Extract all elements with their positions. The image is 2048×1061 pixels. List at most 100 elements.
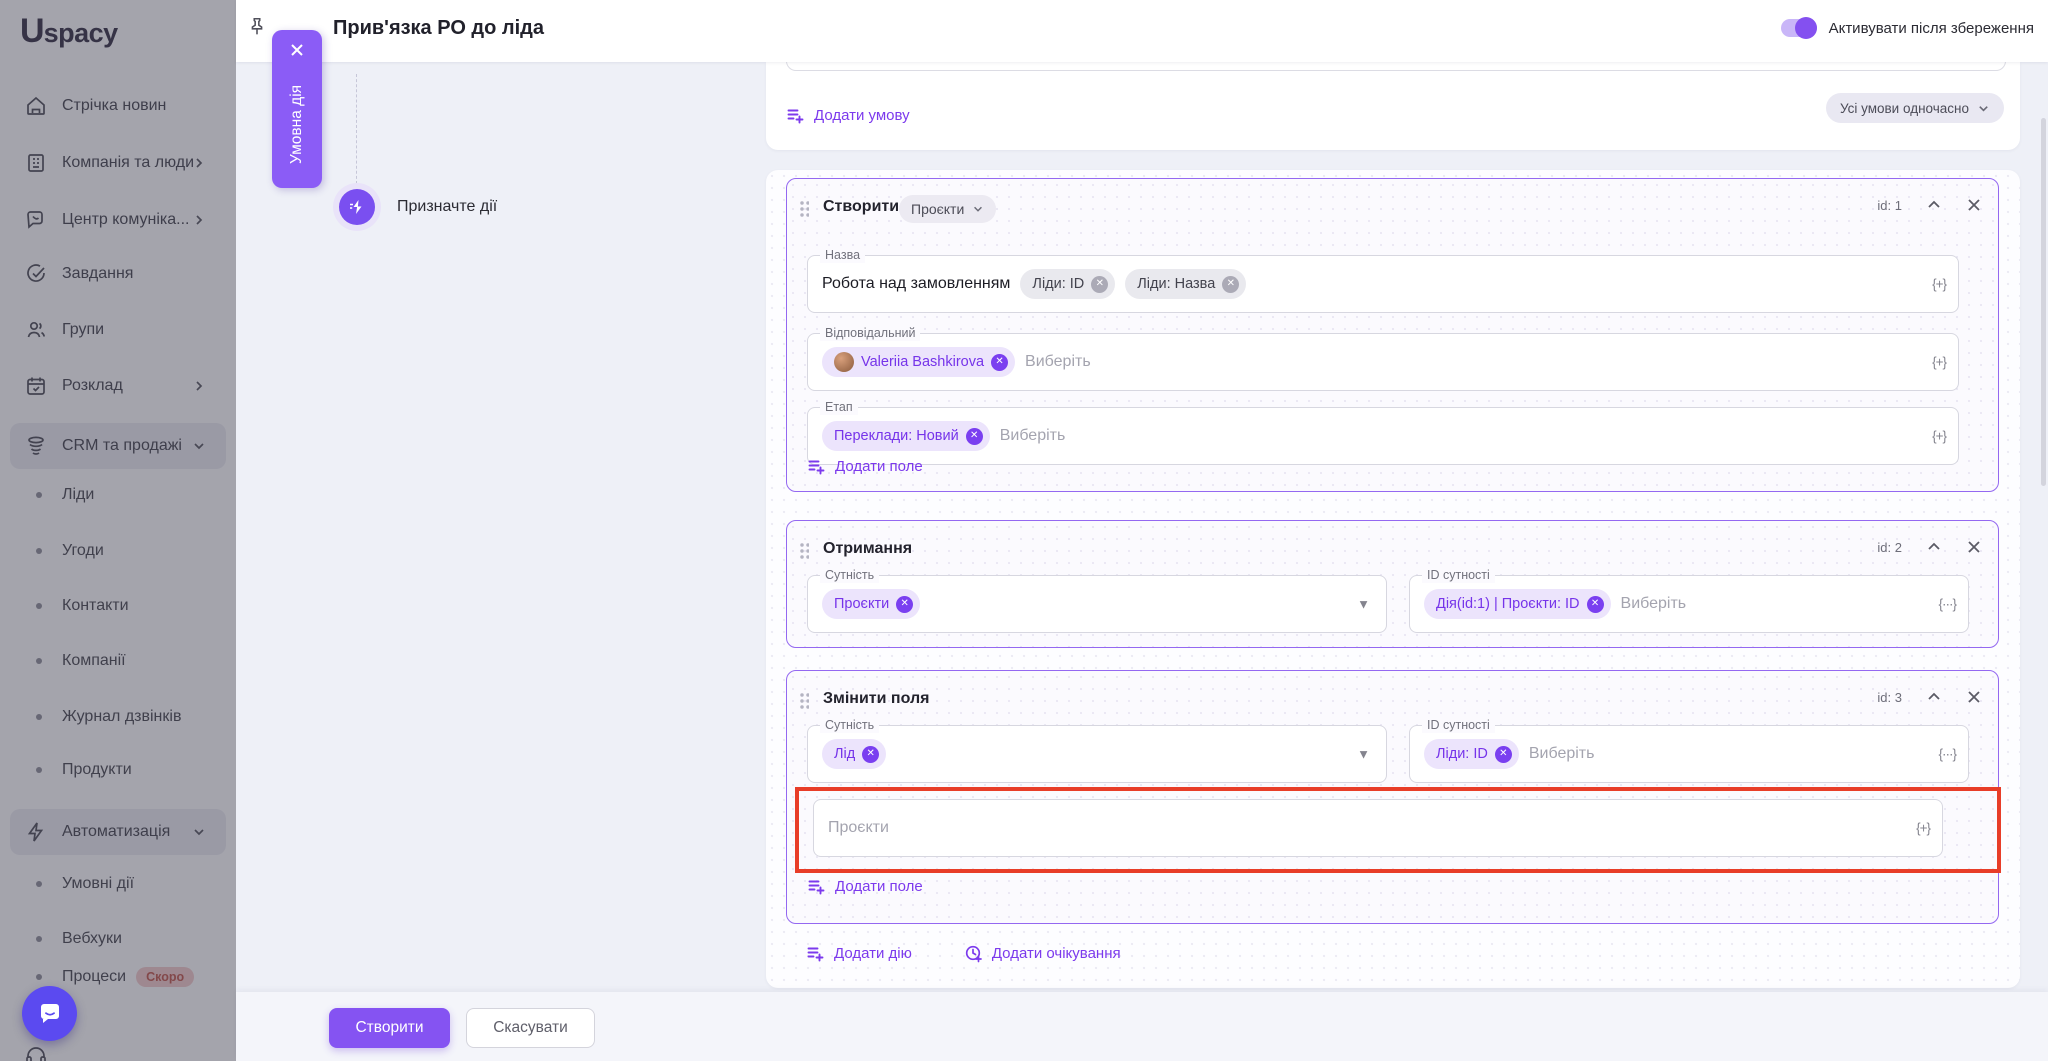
remove-chip-icon[interactable]: ✕ (991, 353, 1009, 371)
entity-chip[interactable]: Лід ✕ (822, 739, 887, 769)
sidebar-item-label: Умовні дії (62, 875, 135, 892)
field-entity-id[interactable]: ID сутності Дія(id:1) | Проєкти: ID ✕ Виб… (1409, 567, 1969, 633)
sidebar-item-groups[interactable]: Групи (0, 312, 236, 348)
collapse-icon[interactable] (1926, 539, 1942, 555)
sidebar-item-webhooks[interactable]: Вебхуки (0, 923, 236, 955)
field-stage[interactable]: Етап Переклади: Новий ✕ Виберіть {+} (807, 399, 1959, 465)
action-id-label: id: 3 (1877, 689, 1902, 705)
sidebar-item-label: Центр комуніка... (62, 211, 190, 228)
sidebar-item-newsfeed[interactable]: Стрічка новин (0, 88, 236, 124)
action-card-title: Створити (823, 198, 900, 215)
remove-chip-icon[interactable]: ✕ (965, 427, 983, 445)
close-icon[interactable] (1966, 197, 1982, 213)
sidebar-item-products[interactable]: Продукти (0, 754, 236, 786)
activate-after-save-label: Активувати після збереження (1828, 19, 2034, 37)
create-button[interactable]: Створити (329, 1008, 450, 1048)
remove-chip-icon[interactable]: ✕ (1586, 595, 1604, 613)
remove-chip-icon[interactable]: ✕ (862, 745, 880, 763)
playlist-add-icon (806, 944, 825, 963)
field-placeholder: Виберіть (1620, 595, 1687, 612)
drag-handle-icon[interactable] (799, 200, 809, 218)
pin-sidebar-icon[interactable] (246, 16, 268, 40)
drag-handle-icon[interactable] (799, 692, 809, 710)
sidebar-item-label: Процеси Скоро (62, 967, 195, 987)
token-chip[interactable]: Ліди: ID ✕ (1020, 269, 1116, 299)
entity-value: Проєкти (911, 201, 965, 217)
sidebar-item-schedule[interactable]: Розклад (0, 368, 236, 404)
collapse-icon[interactable] (1926, 689, 1942, 705)
stage-chip[interactable]: Переклади: Новий ✕ (822, 421, 990, 451)
activate-after-save-toggle[interactable] (1780, 17, 1817, 39)
sidebar-item-contacts[interactable]: Контакти (0, 590, 236, 622)
add-field-button[interactable]: Додати поле (807, 457, 923, 476)
cancel-button[interactable]: Скасувати (466, 1008, 595, 1048)
remove-chip-icon[interactable]: ✕ (1494, 745, 1512, 763)
field-entity[interactable]: Сутність Лід ✕ ▼ (807, 717, 1387, 783)
sidebar-item-companies[interactable]: Компанії (0, 645, 236, 677)
add-wait-button[interactable]: Додати очікування (964, 944, 1121, 963)
dropdown-caret-icon[interactable]: ▼ (1357, 747, 1370, 762)
add-field-label: Додати поле (835, 458, 923, 475)
insert-variable-button[interactable]: {···} (1938, 747, 1956, 762)
highlight-annotation-box (795, 787, 2001, 873)
sidebar-item-label: Автоматизація (62, 823, 171, 840)
sidebar-item-partial[interactable] (0, 1038, 236, 1061)
chevron-right-icon (192, 156, 206, 170)
field-label: Сутність (820, 567, 880, 583)
sidebar-item-label: Ліди (62, 486, 95, 503)
reference-chip[interactable]: Дія(id:1) | Проєкти: ID ✕ (1424, 589, 1611, 619)
bullet-icon (36, 767, 42, 773)
field-label: ID сутності (1422, 717, 1495, 733)
add-condition-button[interactable]: Додати умову (786, 106, 910, 125)
sidebar-item-crm[interactable]: CRM та продажі (0, 428, 236, 464)
sidebar-item-automation[interactable]: Автоматизація (0, 814, 236, 850)
remove-chip-icon[interactable]: ✕ (896, 595, 914, 613)
sidebar-item-processes[interactable]: Процеси Скоро (0, 961, 236, 993)
drag-handle-icon[interactable] (799, 542, 809, 560)
conditions-mode-select[interactable]: Усі умови одночасно (1825, 93, 2004, 123)
close-icon[interactable] (1966, 539, 1982, 555)
field-placeholder: Виберіть (999, 427, 1066, 444)
app-screen: Uspacy Стрічка новин Компанія та люди Це… (0, 0, 2048, 1061)
token-chip[interactable]: Ліди: Назва ✕ (1125, 269, 1247, 299)
insert-variable-button[interactable]: {+} (1932, 355, 1947, 370)
field-entity-id[interactable]: ID сутності Ліди: ID ✕ Виберіть {···} (1409, 717, 1969, 783)
entity-select[interactable]: Проєкти (899, 195, 997, 223)
add-field-label: Додати поле (835, 878, 923, 895)
scrollbar-thumb[interactable] (2041, 118, 2046, 486)
sidebar-item-company[interactable]: Компанія та люди (0, 145, 236, 181)
chip-label: Проєкти (834, 596, 890, 612)
uspacy-logo[interactable]: Uspacy (20, 12, 118, 51)
sidebar-item-label: Контакти (62, 597, 129, 614)
insert-variable-button[interactable]: {···} (1938, 597, 1956, 612)
insert-variable-button[interactable]: {+} (1932, 429, 1947, 444)
add-field-button[interactable]: Додати поле (807, 877, 923, 896)
field-entity[interactable]: Сутність Проєкти ✕ ▼ (807, 567, 1387, 633)
sidebar-item-deals[interactable]: Угоди (0, 535, 236, 567)
sidebar-item-leads[interactable]: Ліди (0, 479, 236, 511)
field-name[interactable]: Назва Робота над замовленням Ліди: ID ✕ Л… (807, 247, 1959, 313)
sidebar-item-comm-center[interactable]: Центр комуніка... (0, 202, 236, 238)
field-responsible[interactable]: Відповідальний Valeriia Bashkirova ✕ Вибе… (807, 325, 1959, 391)
dropdown-caret-icon[interactable]: ▼ (1357, 597, 1370, 612)
remove-chip-icon[interactable]: ✕ (1222, 275, 1240, 293)
close-icon[interactable] (289, 42, 305, 58)
close-icon[interactable] (1966, 689, 1982, 705)
add-action-button[interactable]: Додати дію (806, 944, 912, 963)
sidebar-item-label: Стрічка новин (62, 97, 167, 114)
insert-variable-button[interactable]: {+} (1932, 277, 1947, 292)
user-chip[interactable]: Valeriia Bashkirova ✕ (822, 347, 1016, 377)
conditional-action-drawer-tab[interactable]: Умовна дія (272, 30, 322, 188)
entity-chip[interactable]: Проєкти ✕ (822, 589, 921, 619)
collapse-icon[interactable] (1926, 197, 1942, 213)
action-card-get: Отримання id: 2 Сутність Проєкти ✕ ▼ ID с… (786, 520, 1999, 648)
support-chat-button[interactable] (22, 986, 77, 1041)
reference-chip[interactable]: Ліди: ID ✕ (1424, 739, 1519, 769)
remove-chip-icon[interactable]: ✕ (1091, 275, 1109, 293)
sidebar-item-tasks[interactable]: Завдання (0, 256, 236, 292)
logo-text: spacy (43, 18, 119, 48)
action-card-title: Отримання (823, 540, 913, 557)
sidebar-item-call-log[interactable]: Журнал дзвінків (0, 701, 236, 733)
field-label: Сутність (820, 717, 880, 733)
sidebar-item-conditional-actions[interactable]: Умовні дії (0, 868, 236, 900)
